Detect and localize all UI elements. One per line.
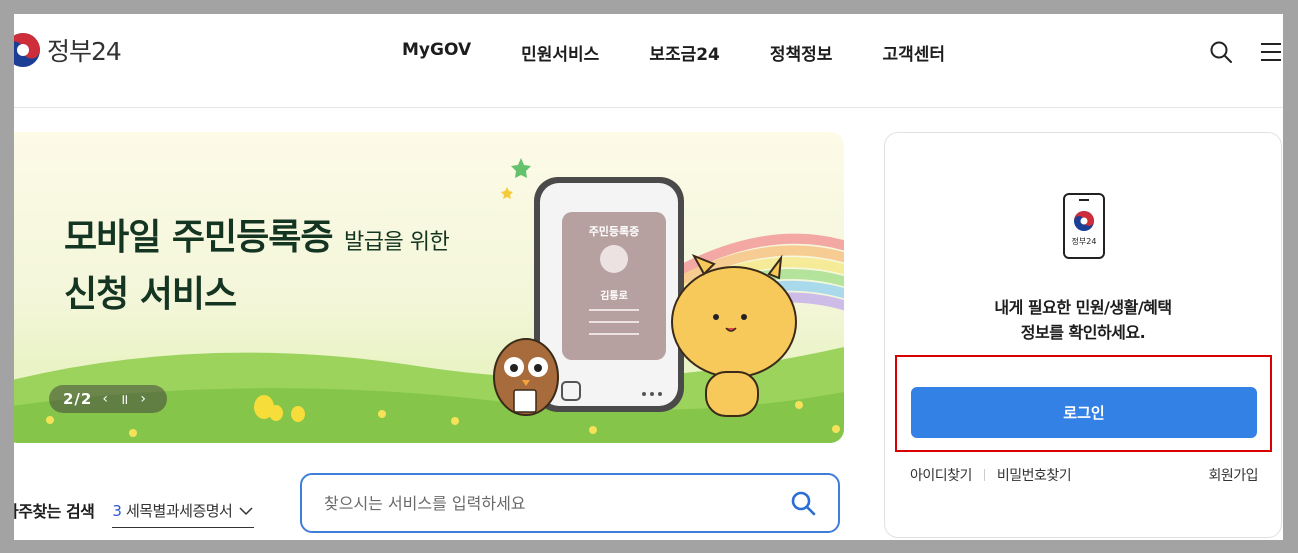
site-logo[interactable]: 정부24 xyxy=(14,32,122,68)
frequent-search-select[interactable]: 3 세목별과세증명서 xyxy=(112,500,255,528)
nav-item-mygov[interactable]: MyGOV xyxy=(402,40,471,65)
chevron-down-icon xyxy=(239,506,253,515)
banner-card-title: 주민등록증 xyxy=(588,225,640,238)
page: 정부24 MyGOV 민원서비스 보조금24 정책정보 고객센터 모바일 주민등… xyxy=(14,14,1283,540)
frequent-search-text: 세목별과세증명서 xyxy=(125,502,233,520)
find-id-link[interactable]: 아이디찾기 xyxy=(910,465,972,485)
banner-title-line1-small: 발급을 위한 xyxy=(344,230,450,255)
main-nav: MyGOV 민원서비스 보조금24 정책정보 고객센터 xyxy=(402,40,945,65)
nav-item-policy-info[interactable]: 정책정보 xyxy=(770,40,833,65)
login-message-line2: 정보를 확인하세요. xyxy=(1020,323,1146,342)
find-password-link[interactable]: 비밀번호찾기 xyxy=(997,465,1072,485)
nav-item-subsidy24[interactable]: 보조금24 xyxy=(649,40,720,65)
login-card: 정부24 내게 필요한 민원/생활/혜택 정보를 확인하세요. 로그인 아이디찾… xyxy=(884,132,1282,538)
login-button[interactable]: 로그인 xyxy=(911,387,1257,438)
slide-prev-button[interactable]: ‹ xyxy=(102,391,108,407)
logo-text: 정부24 xyxy=(47,37,122,66)
banner-title: 모바일 주민등록증 발급을 위한 신청 서비스 xyxy=(64,212,450,321)
slide-pause-button[interactable]: ॥ xyxy=(120,390,128,409)
menu-icon[interactable] xyxy=(1259,40,1283,64)
login-message-line1: 내게 필요한 민원/생활/혜택 xyxy=(994,298,1172,317)
phone-icon xyxy=(1063,193,1105,259)
frequent-search-number: 3 xyxy=(112,501,122,520)
nav-item-civil-services[interactable]: 민원서비스 xyxy=(521,40,599,65)
account-links: 아이디찾기 비밀번호찾기 회원가입 xyxy=(910,465,1258,485)
banner-title-line2: 신청 서비스 xyxy=(64,274,237,315)
frequent-search: 자주찾는 검색 3 세목별과세증명서 xyxy=(14,492,255,528)
service-search xyxy=(300,473,840,533)
nav-item-customer-center[interactable]: 고객센터 xyxy=(882,40,945,65)
banner-title-line1: 모바일 주민등록증 xyxy=(64,217,333,258)
promo-banner[interactable]: 모바일 주민등록증 발급을 위한 신청 서비스 주민등록증 김통로 2/2 ‹ … xyxy=(14,132,844,443)
site-header: 정부24 MyGOV 민원서비스 보조금24 정책정보 고객센터 xyxy=(14,14,1283,108)
search-icon[interactable] xyxy=(1209,40,1233,64)
login-highlight: 로그인 xyxy=(895,355,1272,452)
taegeuk-logo-icon xyxy=(14,33,40,67)
link-divider xyxy=(983,469,985,481)
search-icon[interactable] xyxy=(790,490,816,516)
phone-icon-label: 정부24 xyxy=(1071,237,1097,246)
signup-link[interactable]: 회원가입 xyxy=(1208,465,1258,485)
frequent-search-label: 자주찾는 검색 xyxy=(14,502,95,521)
search-input[interactable] xyxy=(322,492,790,514)
slide-controls: 2/2 ‹ ॥ › xyxy=(49,385,167,413)
login-message: 내게 필요한 민원/생활/혜택 정보를 확인하세요. xyxy=(885,295,1281,345)
slide-next-button[interactable]: › xyxy=(140,391,146,407)
banner-card-name: 김통로 xyxy=(600,291,628,302)
header-actions xyxy=(1209,40,1283,64)
slide-counter: 2/2 xyxy=(63,390,93,408)
